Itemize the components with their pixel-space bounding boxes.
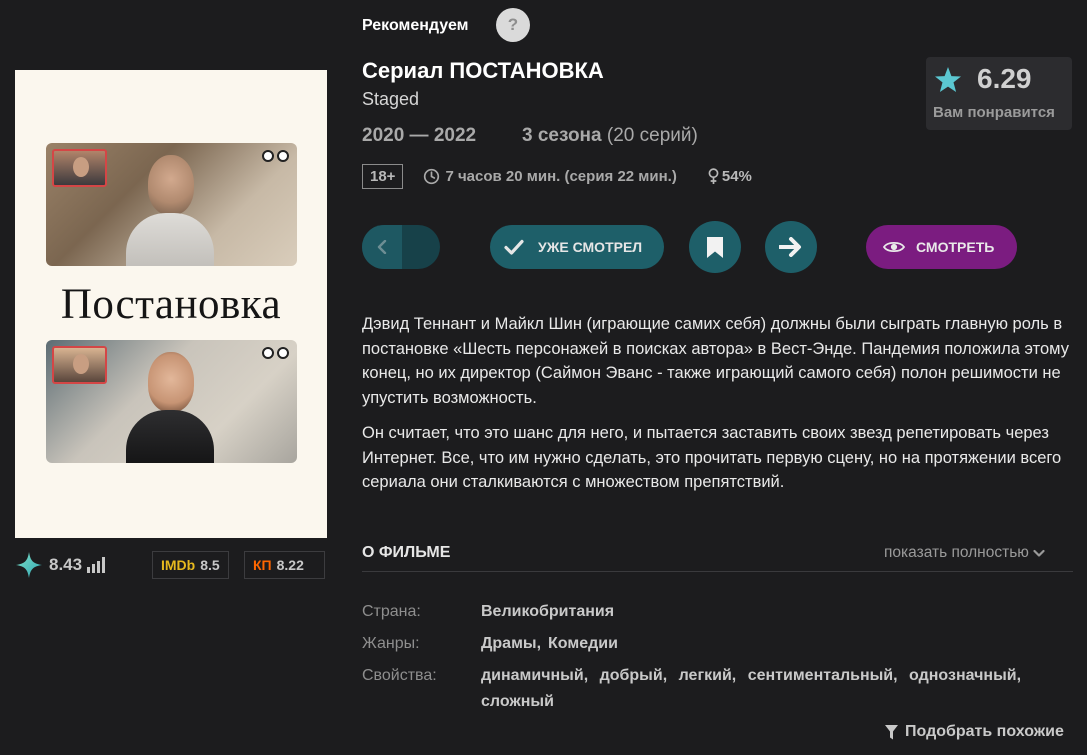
poster-video-frame-top — [46, 143, 297, 266]
filter-icon — [885, 724, 898, 739]
kp-label: КП — [253, 557, 272, 573]
arrow-right-icon — [779, 237, 801, 257]
predicted-score-hint: Вам понравится — [933, 104, 1055, 121]
imdb-rating-value: 8.5 — [200, 557, 220, 573]
seasons-info: 3 сезона (20 серий) — [522, 125, 698, 147]
female-audience-value: 54% — [721, 167, 752, 185]
help-button[interactable]: ? — [496, 8, 530, 42]
poster-video-frame-bottom — [46, 340, 297, 463]
show-more-label: показать полностью — [884, 544, 1029, 561]
description: Дэвид Теннант и Майкл Шин (играющие сами… — [362, 312, 1074, 495]
episodes-count: (20 серий) — [601, 125, 698, 146]
kp-rating-value: 8.22 — [276, 557, 304, 573]
bookmark-icon — [707, 236, 723, 258]
show-more-link[interactable]: показать полностью — [884, 544, 1045, 562]
property-link[interactable]: динамичный — [481, 667, 584, 684]
pip-window — [52, 149, 107, 187]
video-call-controls — [262, 347, 289, 359]
property-link[interactable]: сложный — [481, 693, 554, 710]
bookmark-button[interactable] — [689, 221, 741, 273]
description-paragraph: Он считает, что это шанс для него, и пыт… — [362, 424, 1062, 491]
checkmark-icon — [504, 239, 524, 255]
predicted-score-box[interactable]: 6.29 Вам понравится — [926, 57, 1072, 130]
signal-bars-icon — [87, 557, 106, 573]
seasons-count: 3 сезона — [522, 125, 602, 146]
meta-row: 18+ 7 часов 20 мин. (серия 22 мин.) 54% — [362, 163, 752, 189]
female-audience: 54% — [707, 168, 752, 185]
poster-title: Постановка — [60, 281, 282, 328]
imdb-label: IMDb — [161, 557, 196, 573]
sparkle-star-icon — [16, 552, 42, 578]
star-person-icon — [935, 67, 961, 92]
fact-label: Жанры: — [362, 635, 420, 652]
clock-icon — [424, 168, 440, 184]
original-title: Staged — [362, 89, 420, 109]
chevron-down-icon — [1033, 549, 1045, 557]
country-link[interactable]: Великобритания — [481, 603, 614, 620]
back-button[interactable] — [362, 225, 440, 269]
share-button[interactable] — [765, 221, 817, 273]
about-heading: О ФИЛЬМЕ — [362, 544, 451, 561]
already-watched-label: УЖЕ СМОТРЕЛ — [538, 239, 643, 255]
fact-country: Страна: Великобритания — [362, 599, 1074, 625]
recommend-label: Рекомендуем — [362, 17, 469, 34]
genre-link[interactable]: Драмы — [481, 635, 537, 652]
genre-link[interactable]: Комедии — [548, 635, 618, 652]
site-rating-value: 8.43 — [49, 555, 83, 574]
age-rating-badge: 18+ — [362, 163, 404, 189]
property-link[interactable]: добрый — [600, 667, 663, 684]
fact-genres: Жанры: Драмы, Комедии — [362, 631, 1074, 657]
site-rating[interactable]: 8.43 — [15, 551, 106, 579]
find-similar-label: Подобрать похожие — [905, 723, 1064, 740]
video-call-controls — [262, 150, 289, 162]
pip-window — [52, 346, 107, 384]
watch-button[interactable]: СМОТРЕТЬ — [866, 225, 1017, 269]
imdb-rating-badge[interactable]: IMDb 8.5 — [152, 551, 229, 579]
predicted-score-value: 6.29 — [977, 63, 1032, 94]
release-years: 2020 — 2022 — [362, 125, 477, 146]
fact-label: Страна: — [362, 603, 421, 620]
female-icon — [708, 167, 719, 184]
property-link[interactable]: однозначный — [909, 667, 1017, 684]
duration: 7 часов 20 мин. (серия 22 мин.) — [423, 167, 677, 185]
find-similar-button[interactable]: Подобрать похожие — [884, 723, 1064, 741]
description-paragraph: Дэвид Теннант и Майкл Шин (играющие сами… — [362, 315, 1069, 407]
kp-rating-badge[interactable]: КП 8.22 — [244, 551, 325, 579]
ratings-strip: 8.43 IMDb 8.5 КП 8.22 — [15, 551, 327, 579]
question-icon: ? — [507, 15, 519, 34]
divider — [362, 571, 1073, 572]
fact-label: Свойства: — [362, 667, 437, 684]
duration-text: 7 часов 20 мин. (серия 22 мин.) — [445, 167, 677, 185]
property-link[interactable]: сентиментальный — [748, 667, 893, 684]
facts-list: Страна: Великобритания Жанры: Драмы, Коме… — [362, 599, 1074, 721]
watch-label: СМОТРЕТЬ — [916, 239, 995, 255]
already-watched-button[interactable]: УЖЕ СМОТРЕЛ — [490, 225, 664, 269]
chevron-left-icon — [377, 240, 387, 254]
eye-icon — [883, 241, 905, 253]
fact-properties: Свойства: динамичный, добрый, легкий, се… — [362, 663, 1074, 715]
page-title: Сериал ПОСТАНОВКА — [362, 58, 604, 83]
poster[interactable]: Постановка — [15, 70, 327, 538]
property-link[interactable]: легкий — [679, 667, 732, 684]
